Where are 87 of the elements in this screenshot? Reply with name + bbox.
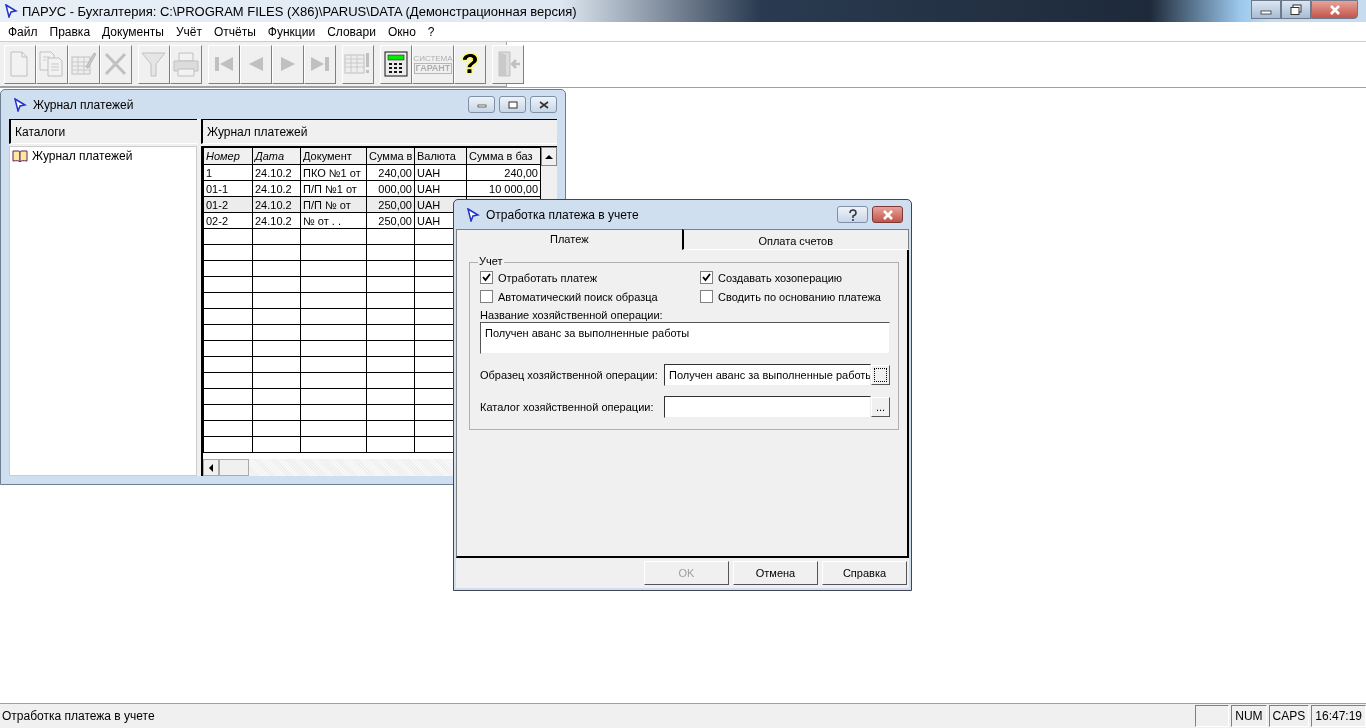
- status-panel: 16:47:19: [1311, 705, 1366, 727]
- menu-item[interactable]: Отчёты: [207, 24, 262, 39]
- table-cell: П/П №1 от: [300, 180, 367, 197]
- book-icon: [12, 149, 28, 163]
- table-cell: 000,00: [366, 180, 415, 197]
- tree-item[interactable]: Журнал платежей: [10, 147, 135, 165]
- checkbox[interactable]: [480, 290, 493, 303]
- dialog-button[interactable]: Отмена: [733, 561, 818, 585]
- checkbox[interactable]: [480, 271, 493, 284]
- close-button[interactable]: [872, 206, 903, 223]
- menu-item[interactable]: Документы: [96, 24, 170, 39]
- table-cell: 01-1: [203, 180, 253, 197]
- field-label: Образец хозяйственной операции:: [480, 369, 659, 381]
- table-cell: 250,00: [366, 212, 415, 229]
- field-label: Каталог хозяйственной операции:: [480, 401, 655, 413]
- checkbox-label: Автоматический поиск образца: [498, 290, 658, 303]
- toolbar-button[interactable]: [380, 44, 412, 84]
- table-cell: 24.10.2: [252, 164, 301, 181]
- tab[interactable]: Платеж: [456, 229, 682, 250]
- table-cell: 1: [203, 164, 253, 181]
- app-icon: [4, 4, 18, 18]
- browse-button[interactable]: ...: [871, 397, 890, 417]
- menu-item[interactable]: Окно: [381, 24, 422, 39]
- restore-icon[interactable]: [1290, 3, 1302, 16]
- table-cell: 240,00: [366, 164, 415, 181]
- menu-item[interactable]: Словари: [321, 24, 382, 39]
- column-header[interactable]: Номер: [203, 147, 253, 165]
- close-icon[interactable]: [538, 100, 549, 109]
- status-panel: NUM: [1231, 705, 1267, 727]
- pane-header: Каталоги: [9, 119, 197, 144]
- restore-button[interactable]: [1281, 0, 1311, 19]
- status-message: Отработка платежа в учете: [1, 709, 156, 723]
- checkbox[interactable]: [700, 271, 713, 284]
- left-arrow-icon[interactable]: [208, 463, 214, 472]
- up-arrow-icon[interactable]: [545, 153, 553, 160]
- checkbox-label: Создавать хозоперацию: [718, 271, 843, 284]
- menu-item[interactable]: ?: [421, 24, 441, 39]
- table-cell: 24.10.2: [252, 180, 301, 197]
- table-cell: 10 000,00: [466, 180, 541, 197]
- checkbox[interactable]: [700, 290, 713, 303]
- table-cell: 24.10.2: [252, 212, 301, 229]
- pane-header: Журнал платежей: [201, 119, 557, 144]
- menu-item[interactable]: Файл: [2, 24, 44, 39]
- column-header[interactable]: Сумма в баз: [466, 147, 541, 165]
- minimize-button[interactable]: [468, 96, 495, 113]
- dialog-button[interactable]: Справка: [822, 561, 907, 585]
- scroll-left-button[interactable]: [203, 459, 219, 476]
- checkbox-label: Сводить по основанию платежа: [718, 290, 881, 303]
- status-panel: CAPS: [1268, 705, 1310, 727]
- column-header[interactable]: Дата: [252, 147, 301, 165]
- window-title: Журнал платежей: [33, 97, 134, 112]
- toolbar-button[interactable]: ?: [454, 44, 486, 84]
- text-area[interactable]: Получен аванс за выполненные работы: [480, 322, 890, 354]
- garant-logo: СИСТЕМА ГАРАНТ: [413, 54, 453, 74]
- printer-icon: [171, 49, 201, 79]
- table-cell: 240,00: [466, 164, 541, 181]
- table-cell: UAH: [414, 164, 467, 181]
- input-field[interactable]: [664, 396, 871, 418]
- maximize-icon[interactable]: [507, 100, 518, 109]
- maximize-button[interactable]: [499, 96, 526, 113]
- field-label: Название хозяйственной операции:: [480, 309, 664, 321]
- window-icon: [13, 97, 27, 112]
- column-header[interactable]: Валюта: [414, 147, 467, 165]
- menu-item[interactable]: Правка: [43, 24, 97, 39]
- window-title: Отработка платежа в учете: [486, 207, 639, 222]
- column-header[interactable]: Сумма в: [366, 147, 415, 165]
- checkbox-label: Отработать платеж: [498, 271, 598, 284]
- input-field[interactable]: Получен аванс за выполненные работь: [664, 364, 871, 386]
- window-title: ПАРУС - Бухгалтерия: C:\PROGRAM FILES (X86)\PARUS\DATA (Демонстрационная версия): [22, 3, 577, 19]
- status-panel: [1195, 705, 1230, 727]
- menu-item[interactable]: Учёт: [169, 24, 208, 39]
- calculator-icon: [381, 49, 411, 79]
- table-cell: ПКО №1 от: [300, 164, 367, 181]
- group-title: Учет: [478, 255, 504, 267]
- menu-item[interactable]: Функции: [261, 24, 322, 39]
- scrollbar-thumb[interactable]: [219, 459, 249, 476]
- help-button[interactable]: [837, 206, 868, 223]
- help-icon[interactable]: [847, 208, 858, 221]
- table-cell: 02-2: [203, 212, 253, 229]
- scroll-up-button[interactable]: [541, 147, 557, 166]
- column-header[interactable]: Документ: [300, 147, 367, 165]
- close-button[interactable]: [530, 96, 557, 113]
- tab[interactable]: Оплата счетов: [681, 229, 909, 250]
- browse-button[interactable]: [871, 365, 890, 385]
- table-cell: № от . .: [300, 212, 367, 229]
- window-icon: [466, 207, 480, 222]
- table-cell: UAH: [414, 180, 467, 197]
